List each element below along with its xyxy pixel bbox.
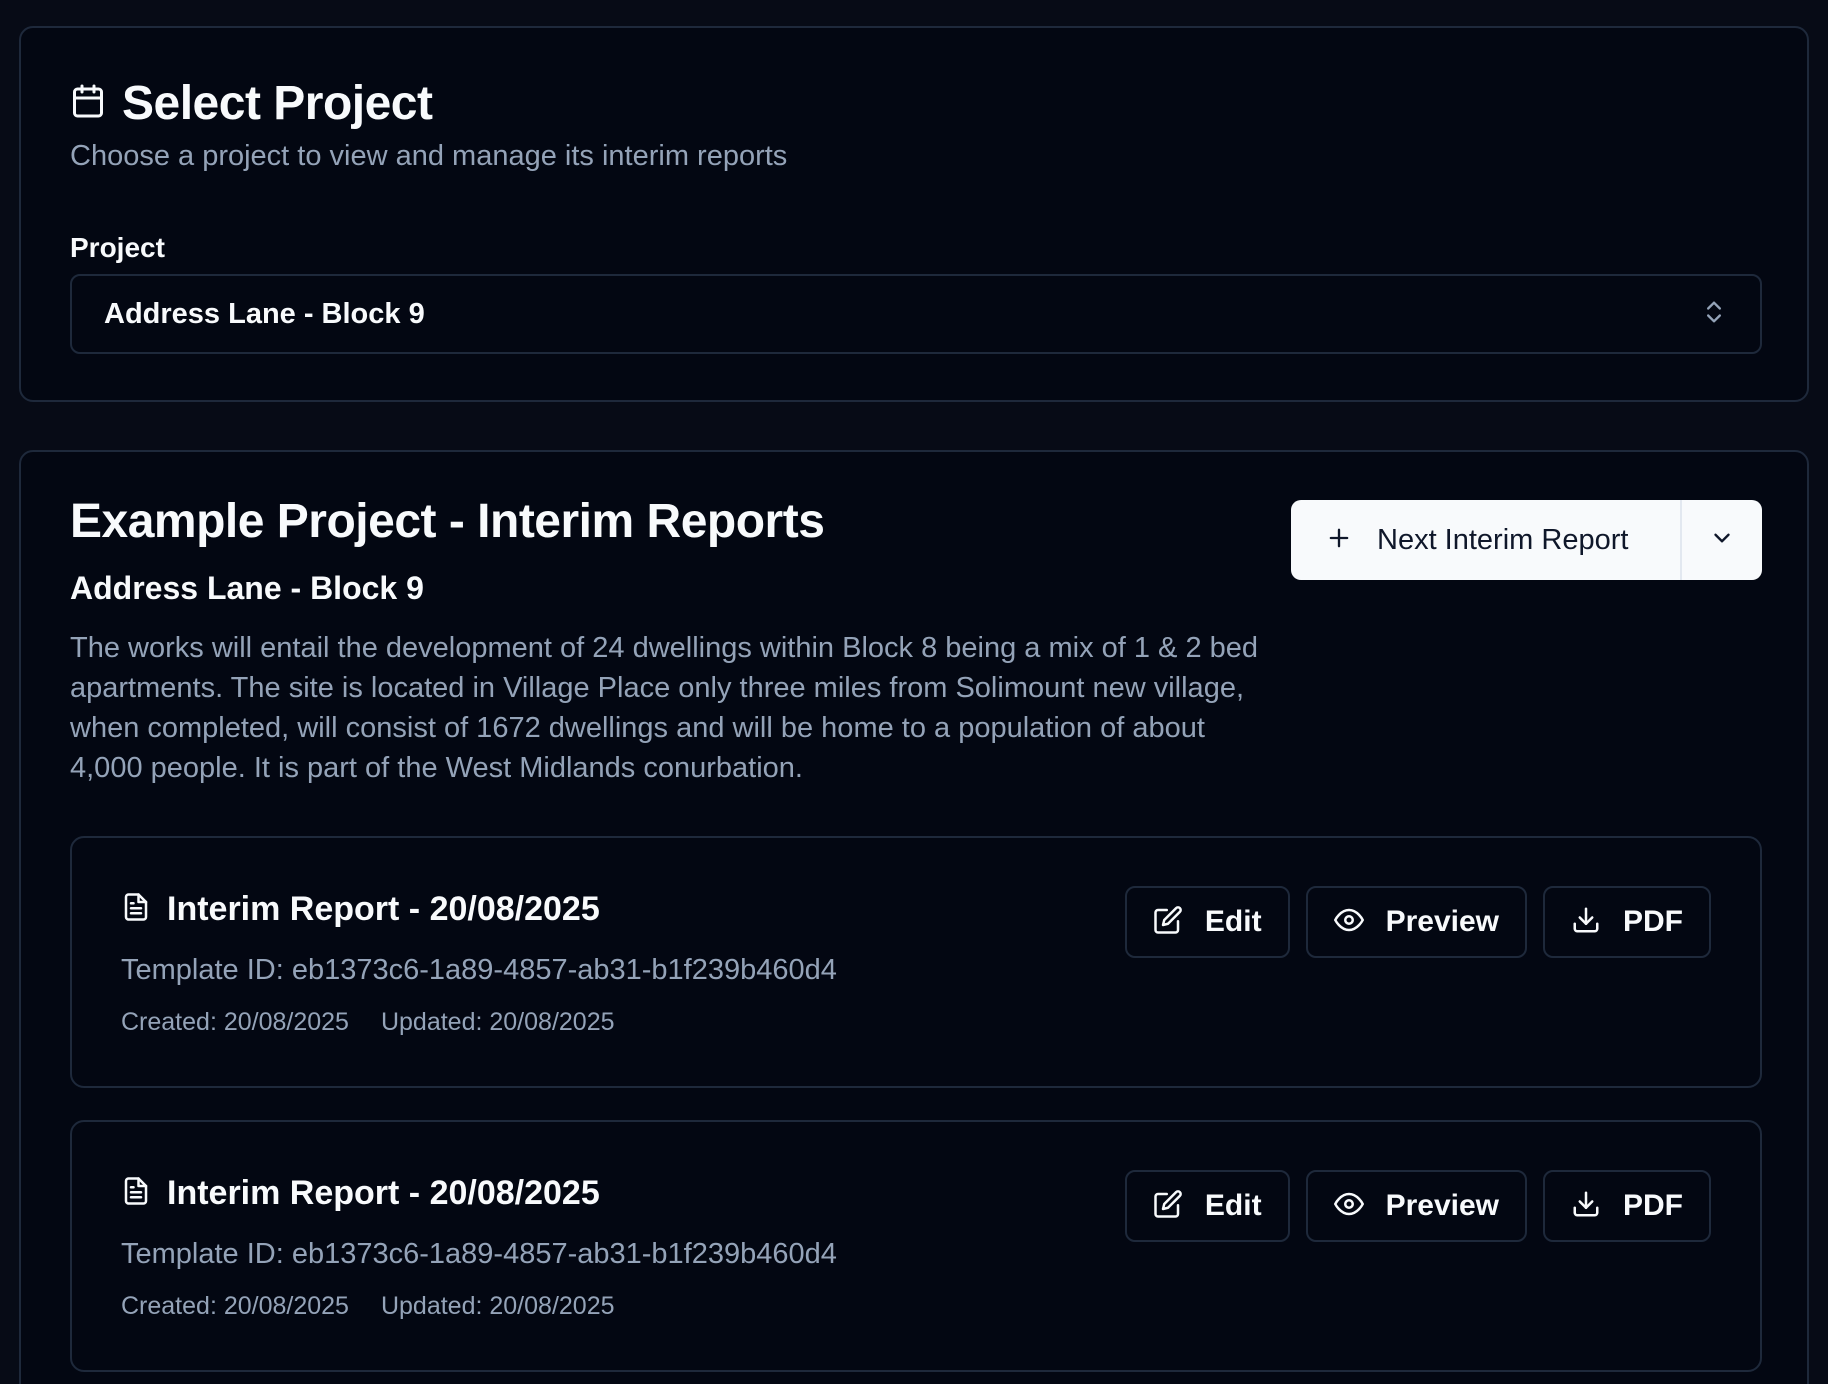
report-updated-date: Updated: 20/08/2025 [380,1008,615,1036]
report-updated-date: Updated: 20/08/2025 [380,1292,615,1320]
eye-icon [1333,1189,1364,1224]
select-project-header: Select Project [70,76,433,131]
report-item: Interim Report - 20/08/2025 Template ID:… [70,836,1762,1088]
edit-button[interactable]: Edit [1124,1170,1290,1242]
page: Select Project Choose a project to view … [0,0,1828,1384]
report-title: Interim Report - 20/08/2025 [167,890,600,928]
report-actions: Edit Preview PDF [1124,886,1711,958]
chevron-down-icon [1709,525,1735,556]
report-template-id: Template ID: eb1373c6-1a89-4857-ab31-b1f… [121,1238,837,1270]
chevrons-up-down-icon [1700,298,1728,331]
edit-button-label: Edit [1204,1189,1262,1222]
select-project-card: Select Project Choose a project to view … [19,26,1809,402]
download-icon [1571,1189,1601,1224]
project-select-value: Address Lane - Block 9 [104,297,425,330]
project-field-label: Project [70,232,165,263]
pdf-button-label: PDF [1623,905,1683,938]
report-title: Interim Report - 20/08/2025 [167,1174,600,1212]
report-created-date: Created: 20/08/2025 [121,1292,349,1320]
edit-button[interactable]: Edit [1124,886,1290,958]
edit-icon [1153,1189,1183,1224]
select-project-title: Select Project [122,77,433,130]
project-address: Address Lane - Block 9 [70,570,424,606]
interim-reports-card: Example Project - Interim Reports Addres… [19,450,1809,1384]
file-text-icon [121,1176,151,1211]
next-interim-report-label: Next Interim Report [1377,523,1629,556]
report-header: Interim Report - 20/08/2025 [121,890,600,929]
report-template-id: Template ID: eb1373c6-1a89-4857-ab31-b1f… [121,954,837,986]
project-select[interactable]: Address Lane - Block 9 [70,274,1762,354]
report-meta: Created: 20/08/2025 Updated: 20/08/2025 [121,1008,615,1037]
download-icon [1571,905,1601,940]
report-created-date: Created: 20/08/2025 [121,1008,349,1036]
next-report-options-button[interactable] [1682,500,1762,580]
plus-icon [1325,524,1353,557]
preview-button[interactable]: Preview [1305,886,1527,958]
report-actions: Edit Preview PDF [1124,1170,1711,1242]
select-project-description: Choose a project to view and manage its … [70,140,788,172]
project-description: The works will entail the development of… [70,632,1259,784]
pdf-button-label: PDF [1623,1189,1683,1222]
eye-icon [1333,905,1364,940]
edit-button-label: Edit [1204,905,1262,938]
pdf-download-button[interactable]: PDF [1543,1170,1711,1242]
pdf-download-button[interactable]: PDF [1543,886,1711,958]
report-meta: Created: 20/08/2025 Updated: 20/08/2025 [121,1292,615,1321]
edit-icon [1153,905,1183,940]
report-item: Interim Report - 20/08/2025 Template ID:… [70,1120,1762,1372]
preview-button-label: Preview [1385,905,1499,938]
file-text-icon [121,892,151,927]
next-interim-report-button[interactable]: Next Interim Report [1291,500,1680,580]
reports-title: Example Project - Interim Reports [70,495,825,548]
preview-button-label: Preview [1385,1189,1499,1222]
preview-button[interactable]: Preview [1305,1170,1527,1242]
report-header: Interim Report - 20/08/2025 [121,1174,600,1213]
calendar-icon [70,83,106,124]
next-interim-report-split-button: Next Interim Report [1291,500,1762,580]
